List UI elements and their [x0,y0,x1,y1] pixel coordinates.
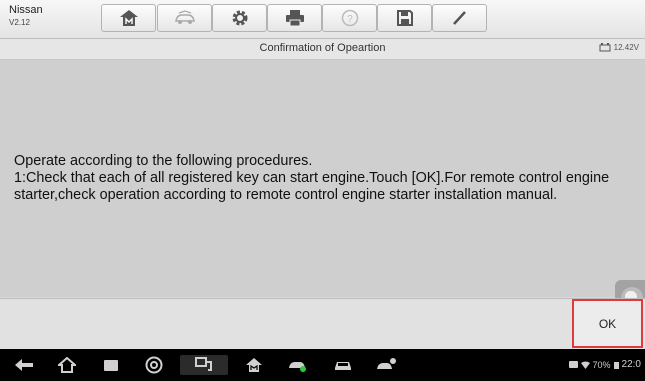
top-toolbar: Nissan V2.12 ? [0,0,645,39]
voltage-value: 12.42V [613,43,639,52]
auto-home-button[interactable] [243,355,265,375]
recents-button[interactable] [100,355,122,375]
diagnostic-icon [195,357,212,371]
back-arrow-icon [15,359,33,371]
save-button[interactable] [377,4,432,32]
home-icon [119,10,138,26]
print-button[interactable] [267,4,322,32]
battery-percent: 70% [592,359,611,370]
home-button[interactable] [101,4,156,32]
status-area: 70% 22:0 [568,359,641,370]
app-version: V2.12 [9,18,30,27]
help-button[interactable]: ? [322,4,377,32]
message-line-2: 1:Check that each of all registered key … [14,170,610,203]
diagnostic-button[interactable] [180,355,228,375]
settings-icon [232,10,247,26]
help-icon: ? [341,9,358,27]
clock: 22:0 [621,359,641,370]
battery-status-icon [613,361,619,369]
car-swap-icon [174,10,195,24]
browser-icon [145,356,163,374]
procedure-message: Operate according to the following proce… [14,153,634,204]
message-panel: Operate according to the following proce… [0,60,645,316]
settings-button[interactable] [212,4,267,32]
recents-icon [104,360,118,371]
app-window: Nissan V2.12 ? Confirmation of Opeartion [0,0,645,381]
vehicle-button[interactable] [332,355,354,375]
vehicle-swap-button[interactable] [157,4,212,32]
back-button[interactable] [13,355,35,375]
page-title: Confirmation of Opeartion [259,42,386,54]
remote-expert-icon [377,358,396,369]
brand: Nissan V2.12 [9,4,69,34]
wifi-icon [580,361,590,369]
app-name: Nissan [9,4,43,16]
svg-text:?: ? [347,14,353,25]
vehicle-diag-icon [289,362,306,372]
pen-icon [452,11,466,25]
auto-home-icon [246,358,262,372]
home-nav-button[interactable] [56,355,78,375]
vehicle-diag-button[interactable] [287,355,309,375]
battery-voltage: 12.42V [599,43,639,52]
battery-icon [599,43,611,52]
browser-button[interactable] [143,355,165,375]
ok-button[interactable]: OK [572,299,643,348]
message-icon [568,361,578,368]
title-bar: Confirmation of Opeartion 12.42V [0,39,645,60]
action-bar: OK [0,298,645,350]
message-line-1: Operate according to the following proce… [14,153,313,169]
draw-button[interactable] [432,4,487,32]
home-nav-icon [58,357,76,373]
save-icon [396,10,413,26]
remote-expert-button[interactable] [376,355,398,375]
android-nav-bar: 70% 22:0 [0,349,645,381]
car-icon [335,362,351,370]
print-icon [285,10,304,27]
